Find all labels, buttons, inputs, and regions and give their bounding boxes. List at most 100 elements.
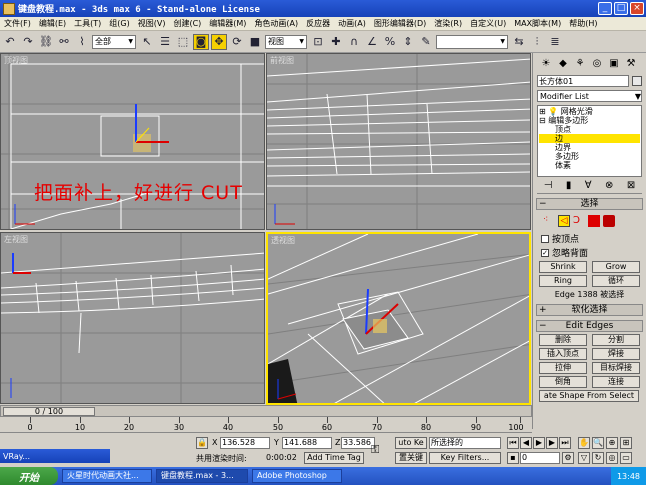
soft-selection-rollout[interactable]: + 软化选择 (536, 304, 643, 316)
border-level-icon[interactable]: Ↄ (573, 215, 585, 227)
ref-coord-dropdown[interactable]: 视图 ▼ (265, 34, 307, 49)
modify-tab-icon[interactable]: ◆ (556, 56, 570, 70)
ignore-backfacing-checkbox[interactable]: ✓ 忽略背面 (541, 246, 638, 259)
loop-button[interactable]: 循环 (592, 275, 640, 287)
menu-tools[interactable]: 工具(T) (70, 18, 105, 29)
menu-rendering[interactable]: 渲染(R) (430, 18, 466, 29)
redo-icon[interactable]: ↷ (20, 34, 36, 50)
split-button[interactable]: 分割 (592, 334, 640, 346)
mirror-icon[interactable]: ⇆ (511, 34, 527, 50)
menu-modifiers[interactable]: 编辑器(M) (205, 18, 250, 29)
auto-key-button[interactable]: uto Ke (395, 437, 427, 449)
create-shape-button[interactable]: ate Shape From Select (539, 390, 639, 402)
grow-button[interactable]: Grow (592, 261, 640, 273)
time-config-icon[interactable]: ⚙ (562, 452, 574, 464)
stack-item-polygon[interactable]: 多边形 (539, 152, 640, 161)
go-to-end-icon[interactable]: ⏭ (559, 437, 571, 449)
current-frame-field[interactable]: 0 (520, 452, 560, 464)
connect-button[interactable]: 连接 (592, 376, 640, 388)
viewport-left[interactable]: 左视图 (0, 232, 265, 404)
link-icon[interactable]: ⛓ (38, 34, 54, 50)
ring-button[interactable]: Ring (539, 275, 587, 287)
minimize-button[interactable]: _ (598, 2, 612, 15)
window-crossing-icon[interactable]: ◙ (193, 33, 209, 50)
snap-icon[interactable]: ∩ (346, 34, 362, 50)
scale-icon[interactable]: ■ (247, 34, 263, 50)
next-frame-icon[interactable]: ▶ (546, 437, 558, 449)
pin-stack-icon[interactable]: ⊣ (544, 180, 553, 193)
vertex-level-icon[interactable]: ⁖ (543, 215, 555, 227)
edge-level-icon[interactable]: ◁ (558, 215, 570, 227)
menu-view[interactable]: 视图(V) (134, 18, 170, 29)
create-tab-icon[interactable]: ☀ (539, 56, 553, 70)
chamfer-button[interactable]: 倒角 (539, 376, 587, 388)
remove-button[interactable]: 删除 (539, 334, 587, 346)
stack-item-border[interactable]: 边界 (539, 143, 640, 152)
shrink-button[interactable]: Shrink (539, 261, 587, 273)
edit-edges-rollout[interactable]: − Edit Edges (536, 320, 643, 332)
menu-reactor[interactable]: 反应器 (302, 18, 334, 29)
previous-frame-icon[interactable]: ◀ (520, 437, 532, 449)
zoom-icon[interactable]: 🔍 (592, 437, 604, 449)
lock-selection-icon[interactable]: 🔒 (196, 437, 208, 449)
align-icon[interactable]: ⫶ (529, 34, 545, 50)
viewport-perspective[interactable]: 透视图 (266, 232, 531, 405)
zoom-extents-icon[interactable]: ⊞ (620, 437, 632, 449)
select-by-name-icon[interactable]: ☰ (157, 34, 173, 50)
time-slider[interactable]: 0 / 100 (0, 405, 532, 417)
start-button[interactable]: 开始 (0, 467, 58, 485)
key-mode-dropdown[interactable]: 所选择的 (429, 437, 501, 449)
z-coord-field[interactable]: 33.586 (341, 437, 375, 449)
arc-rotate-icon[interactable]: ↻ (592, 452, 604, 464)
maximize-button[interactable]: □ (614, 2, 628, 15)
percent-snap-icon[interactable]: % (382, 34, 398, 50)
spinner-snap-icon[interactable]: ⇕ (400, 34, 416, 50)
stack-item-meshsmooth[interactable]: ⊞ 💡 网格光滑 (539, 107, 640, 116)
select-object-icon[interactable]: ↖ (139, 34, 155, 50)
named-sel-edit-icon[interactable]: ✎ (418, 34, 434, 50)
menu-help[interactable]: 帮助(H) (565, 18, 601, 29)
selection-rollout[interactable]: − 选择 (536, 198, 643, 210)
go-to-start-icon[interactable]: ⏮ (507, 437, 519, 449)
set-key-button[interactable]: 置关键 (395, 452, 427, 464)
fov-icon[interactable]: ▽ (578, 452, 590, 464)
menu-customize[interactable]: 自定义(U) (466, 18, 510, 29)
stack-item-edit-poly[interactable]: ⊟ 编辑多边形 (539, 116, 640, 125)
taskbar-item-3dsmax[interactable]: 键盘教程.max - 3... (156, 469, 248, 483)
target-weld-button[interactable]: 目标焊接 (592, 362, 640, 374)
object-color-swatch[interactable] (632, 76, 642, 86)
orbit-icon[interactable]: ◎ (606, 452, 618, 464)
layer-icon[interactable]: ≣ (547, 34, 563, 50)
bind-spacewarp-icon[interactable]: ⌇ (74, 34, 90, 50)
stack-item-edge[interactable]: 边 (539, 134, 640, 143)
menu-animation[interactable]: 动画(A) (334, 18, 370, 29)
stack-item-element[interactable]: 体素 (539, 161, 640, 170)
maximize-viewport-icon[interactable]: ▭ (620, 452, 632, 464)
add-time-tag-button[interactable]: Add Time Tag (304, 452, 364, 464)
element-level-icon[interactable] (603, 215, 615, 227)
pan-icon[interactable]: ✋ (578, 437, 590, 449)
extrude-button[interactable]: 拉伸 (539, 362, 587, 374)
rotate-icon[interactable]: ⟳ (229, 34, 245, 50)
display-tab-icon[interactable]: ▣ (607, 56, 621, 70)
time-slider-thumb[interactable]: 0 / 100 (3, 407, 95, 416)
undo-icon[interactable]: ↶ (2, 34, 18, 50)
selection-filter-dropdown[interactable]: 全部 ▼ (92, 34, 136, 49)
stack-item-vertex[interactable]: 顶点 (539, 125, 640, 134)
menu-graph-editors[interactable]: 图形编辑器(D) (370, 18, 430, 29)
zoom-all-icon[interactable]: ⊕ (606, 437, 618, 449)
menu-character[interactable]: 角色动画(A) (250, 18, 302, 29)
track-bar[interactable]: 0 10 20 30 40 50 60 70 80 90 100 (0, 417, 532, 433)
rect-selection-icon[interactable]: ⬚ (175, 34, 191, 50)
menu-edit[interactable]: 编辑(E) (35, 18, 70, 29)
object-name-field[interactable]: 长方体01 (537, 75, 629, 87)
modifier-list-dropdown[interactable]: Modifier List ▼ (537, 90, 642, 102)
angle-snap-icon[interactable]: ∠ (364, 34, 380, 50)
polygon-level-icon[interactable] (588, 215, 600, 227)
make-unique-icon[interactable]: ∀ (585, 180, 592, 193)
key-mode-icon[interactable]: ▪ (507, 452, 519, 464)
show-end-result-icon[interactable]: ▮ (566, 180, 572, 193)
menu-maxscript[interactable]: MAX脚本(M) (510, 18, 565, 29)
taskbar-item-photoshop[interactable]: Adobe Photoshop (252, 469, 342, 483)
close-button[interactable]: × (630, 2, 644, 15)
